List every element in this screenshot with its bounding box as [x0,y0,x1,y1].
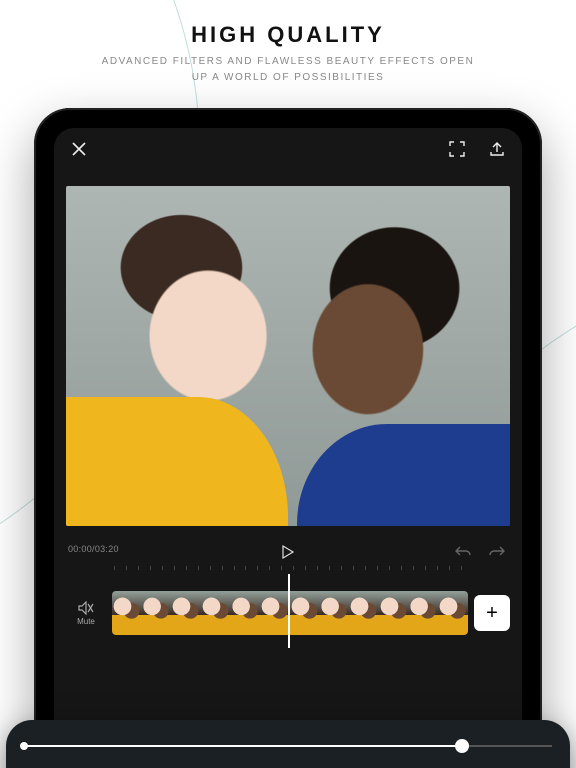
timeline-thumb[interactable] [409,591,439,635]
play-icon[interactable] [277,541,299,563]
playhead[interactable] [288,574,290,648]
timeline-thumb[interactable] [290,591,320,635]
timeline-clips[interactable] [112,591,468,635]
filter-tray: OriginalNatureColdAutumnWinterHolidayUmb… [6,720,570,768]
redo-icon[interactable] [486,540,508,562]
promo-title: HIGH QUALITY [0,22,576,48]
timeline-thumb[interactable] [142,591,172,635]
intensity-slider[interactable] [24,734,552,758]
mute-toggle[interactable]: Mute [66,601,106,626]
timeline-thumb[interactable] [171,591,201,635]
top-bar [54,128,522,170]
timeline-thumb[interactable] [201,591,231,635]
timeline-thumb[interactable] [112,591,142,635]
timeline-thumb[interactable] [231,591,261,635]
slider-knob[interactable] [455,739,469,753]
add-clip-button[interactable]: + [474,595,510,631]
timeline-thumb[interactable] [260,591,290,635]
promo-subtitle: ADVANCED FILTERS AND FLAWLESS BEAUTY EFF… [0,54,576,86]
mute-label: Mute [77,617,95,626]
close-icon[interactable] [68,138,90,160]
tablet-frame: 00:00/03:20 Mute + [34,108,542,768]
export-icon[interactable] [486,138,508,160]
fullscreen-icon[interactable] [446,138,468,160]
video-preview[interactable] [66,186,510,526]
timeline-ticks [114,566,462,574]
app-screen: 00:00/03:20 Mute + [54,128,522,768]
timeline-thumb[interactable] [438,591,468,635]
timeline-thumb[interactable] [349,591,379,635]
timeline-thumb[interactable] [320,591,350,635]
timeline-thumb[interactable] [379,591,409,635]
undo-icon[interactable] [452,540,474,562]
promo-header: HIGH QUALITY ADVANCED FILTERS AND FLAWLE… [0,22,576,86]
